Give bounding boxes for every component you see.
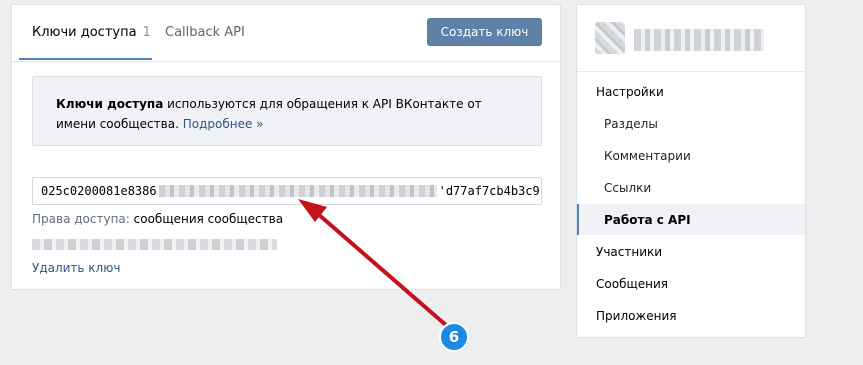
delete-key-link[interactable]: Удалить ключ xyxy=(32,261,120,275)
tab-callback-api[interactable]: Callback API xyxy=(165,25,245,40)
access-rights-label: Права доступа: xyxy=(32,212,130,226)
community-header xyxy=(577,5,805,72)
step-number-badge: 6 xyxy=(439,322,469,352)
more-link[interactable]: Подробнее » xyxy=(183,117,264,131)
key-blurred-segment xyxy=(158,185,437,197)
access-rights-value: сообщения сообщества xyxy=(133,212,284,226)
community-name-blurred xyxy=(634,29,764,51)
info-box: Ключи доступа используются для обращения… xyxy=(32,76,542,146)
avatar xyxy=(595,22,625,54)
sidebar-item-apps[interactable]: Приложения xyxy=(577,300,805,331)
sidebar-item-messages[interactable]: Сообщения xyxy=(577,268,805,299)
access-key-field[interactable]: 025c0200081e8386 'd77af7cb4b3c9 xyxy=(32,177,542,205)
info-bold-text: Ключи доступа xyxy=(56,97,164,111)
create-key-button[interactable]: Создать ключ xyxy=(427,18,542,46)
sidebar-item-comments[interactable]: Комментарии xyxy=(577,140,805,171)
blurred-info-line xyxy=(32,239,277,250)
tab-access-keys-label: Ключи доступа xyxy=(32,25,137,40)
active-tab-indicator xyxy=(19,58,152,60)
sidebar-item-api[interactable]: Работа с API xyxy=(577,204,805,235)
key-prefix: 025c0200081e8386 xyxy=(41,184,157,198)
tab-access-keys-count: 1 xyxy=(142,25,151,40)
sidebar-item-links[interactable]: Ссылки xyxy=(577,172,805,203)
key-suffix: 'd77af7cb4b3c9 xyxy=(438,184,540,198)
access-rights: Права доступа: сообщения сообщества xyxy=(32,212,283,226)
sidebar-item-settings[interactable]: Настройки xyxy=(577,76,805,107)
access-keys-panel: Ключи доступа 1 Callback API Создать ключ… xyxy=(11,4,561,290)
sidebar-item-members[interactable]: Участники xyxy=(577,236,805,267)
tab-access-keys[interactable]: Ключи доступа 1 xyxy=(32,25,151,40)
tab-bar: Ключи доступа 1 Callback API Создать ключ xyxy=(12,5,560,62)
community-settings-sidebar: Настройки Разделы Комментарии Ссылки Раб… xyxy=(576,4,806,338)
sidebar-item-sections[interactable]: Разделы xyxy=(577,108,805,139)
